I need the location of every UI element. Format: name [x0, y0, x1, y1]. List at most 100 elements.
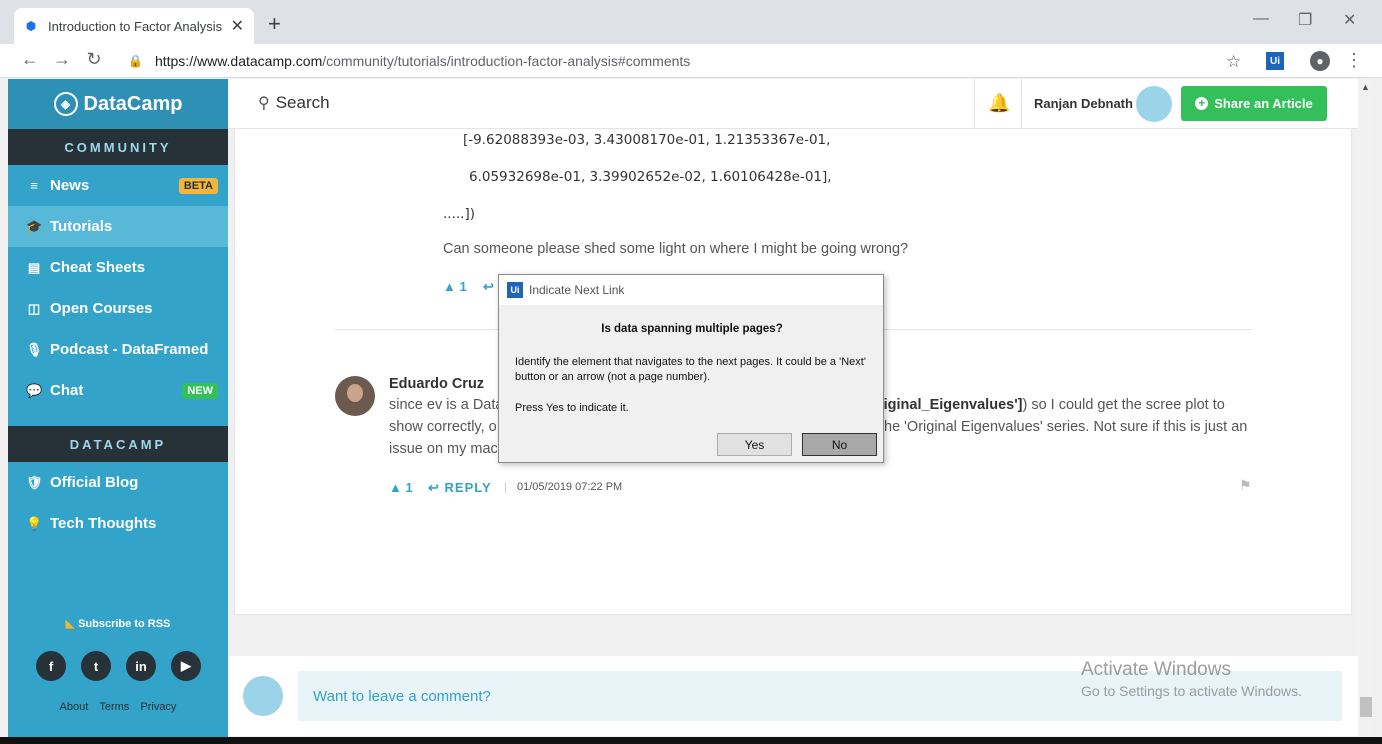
flag-icon[interactable]: ⚑: [1239, 477, 1252, 494]
brand-name: DataCamp: [83, 92, 183, 115]
tab-close-icon[interactable]: ✕: [231, 16, 244, 36]
share-article-button[interactable]: + Share an Article: [1181, 86, 1327, 121]
browser-tab[interactable]: ⬢ Introduction to Factor Analysis in ✕: [14, 8, 254, 44]
reply-label: REPLY: [444, 480, 492, 495]
upvote-count: 1: [459, 279, 467, 294]
terms-link[interactable]: Terms: [99, 701, 129, 713]
reload-icon[interactable]: ↻: [82, 49, 106, 70]
datacamp-heading: DATACAMP: [8, 426, 228, 462]
sidebar-item-label: Open Courses: [50, 300, 153, 317]
privacy-link[interactable]: Privacy: [140, 701, 176, 713]
sidebar-item-label: Official Blog: [50, 474, 139, 491]
facebook-icon[interactable]: f: [36, 651, 66, 681]
sidebar-item-tech-thoughts[interactable]: 💡 Tech Thoughts: [8, 503, 228, 544]
search-button[interactable]: ⚲ Search: [258, 93, 330, 113]
dialog-title-bar: Ui Indicate Next Link: [499, 275, 883, 305]
sidebar-item-news[interactable]: ≡ News BETA: [8, 165, 228, 206]
dialog-instruction: Press Yes to indicate it.: [515, 402, 629, 414]
sidebar-item-tutorials[interactable]: 🎓 Tutorials: [8, 206, 228, 247]
question-text: Can someone please shed some light on wh…: [443, 241, 909, 257]
reply-button[interactable]: ↩ REPLY: [428, 480, 492, 496]
account-icon[interactable]: ●: [1310, 51, 1330, 71]
dialog-question: Is data spanning multiple pages?: [601, 323, 783, 335]
upvote-button[interactable]: ▲ 1: [389, 480, 413, 495]
datacamp-badge-icon: ◈: [53, 92, 78, 116]
shield-icon: 🛡: [26, 474, 43, 490]
sidebar-item-official-blog[interactable]: 🛡 Official Blog: [8, 462, 228, 503]
comment-code: riginal_Eigenvalues']: [878, 397, 1023, 413]
new-tab-button[interactable]: +: [268, 12, 281, 36]
bookmark-star-icon[interactable]: ☆: [1226, 52, 1241, 72]
yes-button[interactable]: Yes: [717, 433, 792, 456]
code-line: [-9.62088393e-03, 3.43008170e-01, 1.2135…: [463, 132, 831, 148]
linkedin-icon[interactable]: in: [126, 651, 156, 681]
youtube-icon[interactable]: ▶: [171, 651, 201, 681]
user-avatar[interactable]: [1136, 86, 1172, 122]
window-close-icon[interactable]: ✕: [1343, 10, 1356, 30]
scroll-up-arrow-icon[interactable]: ▲: [1361, 82, 1370, 92]
restore-icon[interactable]: ❐: [1298, 10, 1312, 30]
about-link[interactable]: About: [60, 701, 89, 713]
datacamp-logo[interactable]: ◈ DataCamp: [8, 79, 228, 129]
notification-bell-icon[interactable]: 🔔: [988, 93, 1010, 114]
sidebar-item-podcast[interactable]: 🎙 Podcast - DataFramed: [8, 329, 228, 370]
datacamp-favicon-icon: ⬢: [25, 19, 37, 33]
url-path: /community/tutorials/introduction-factor…: [322, 53, 691, 69]
code-line: .....]): [443, 206, 475, 222]
sidebar-item-label: Chat: [50, 382, 84, 399]
page-scrollbar[interactable]: ▲: [1358, 79, 1374, 737]
upvote-arrow-icon: ▲: [389, 480, 402, 495]
uipath-extension-icon[interactable]: Ui: [1266, 52, 1284, 70]
dialog-title: Indicate Next Link: [529, 283, 625, 297]
tab-title: Introduction to Factor Analysis in: [48, 18, 225, 34]
activate-windows-watermark: Activate Windows Go to Settings to activ…: [1081, 659, 1302, 699]
minimize-icon[interactable]: —: [1253, 10, 1269, 28]
sidebar-item-label: News: [50, 177, 90, 194]
back-icon[interactable]: ←: [18, 49, 42, 70]
no-button[interactable]: No: [802, 433, 877, 456]
search-icon: ⚲: [258, 95, 270, 112]
scrollbar-thumb[interactable]: [1360, 697, 1372, 717]
lightbulb-icon: 💡: [26, 515, 43, 531]
sidebar-item-label: Tech Thoughts: [50, 515, 157, 532]
comment-text-part: ) so I could get the scree plot to: [1022, 397, 1225, 413]
current-user-avatar: [243, 676, 283, 716]
sidebar-item-cheat-sheets[interactable]: ▤ Cheat Sheets: [8, 247, 228, 288]
comment-author[interactable]: Eduardo Cruz: [389, 376, 484, 392]
search-label: Search: [275, 93, 330, 112]
social-links: f t in ▶: [36, 651, 201, 681]
twitter-icon[interactable]: t: [81, 651, 111, 681]
comment-line: issue on my mach: [389, 441, 506, 457]
uipath-logo-icon: Ui: [507, 282, 523, 298]
indicate-next-link-dialog: Ui Indicate Next Link Is data spanning m…: [498, 274, 884, 463]
dialog-body: Identify the element that navigates to t…: [515, 356, 866, 383]
book-icon: ◫: [27, 300, 41, 316]
sidebar-item-chat[interactable]: 💬 Chat NEW: [8, 370, 228, 411]
url-host: https://www.datacamp.com: [154, 53, 323, 69]
subscribe-rss-link[interactable]: ◣ Subscribe to RSS: [8, 617, 228, 630]
watermark-title: Activate Windows: [1081, 659, 1231, 680]
document-icon: ▤: [27, 259, 41, 275]
address-bar[interactable]: 🔒 https://www.datacamp.com/community/tut…: [118, 47, 1258, 75]
comment-line: he 'Original Eigenvalues' series. Not su…: [884, 419, 1248, 435]
comment-line: since ev is a Data: [389, 397, 503, 413]
upvote-arrow-icon: ▲: [443, 279, 456, 294]
browser-menu-icon[interactable]: ⋮: [1345, 50, 1363, 71]
forward-icon[interactable]: →: [50, 49, 74, 70]
news-icon: ≡: [30, 178, 38, 193]
browser-tab-bar: ⬢ Introduction to Factor Analysis in ✕ +…: [0, 0, 1382, 44]
upvote-button[interactable]: ▲ 1: [443, 279, 467, 294]
reply-arrow-icon[interactable]: ↩: [483, 279, 494, 295]
header-divider: [1021, 79, 1022, 129]
footer-links: About Terms Privacy: [8, 701, 228, 713]
chat-icon: 💬: [26, 382, 43, 398]
top-header: ⚲ Search 🔔 Ranjan Debnath + Share an Art…: [228, 79, 1358, 129]
sidebar: ◈ DataCamp COMMUNITY ≡ News BETA 🎓 Tutor…: [8, 79, 228, 737]
user-name[interactable]: Ranjan Debnath: [1034, 96, 1133, 111]
microphone-icon: 🎙: [26, 341, 43, 357]
comment-text-part: since ev is a Data: [389, 397, 504, 413]
commenter-avatar: [335, 376, 375, 416]
sidebar-item-open-courses[interactable]: ◫ Open Courses: [8, 288, 228, 329]
comment-date: 01/05/2019 07:22 PM: [517, 481, 623, 493]
